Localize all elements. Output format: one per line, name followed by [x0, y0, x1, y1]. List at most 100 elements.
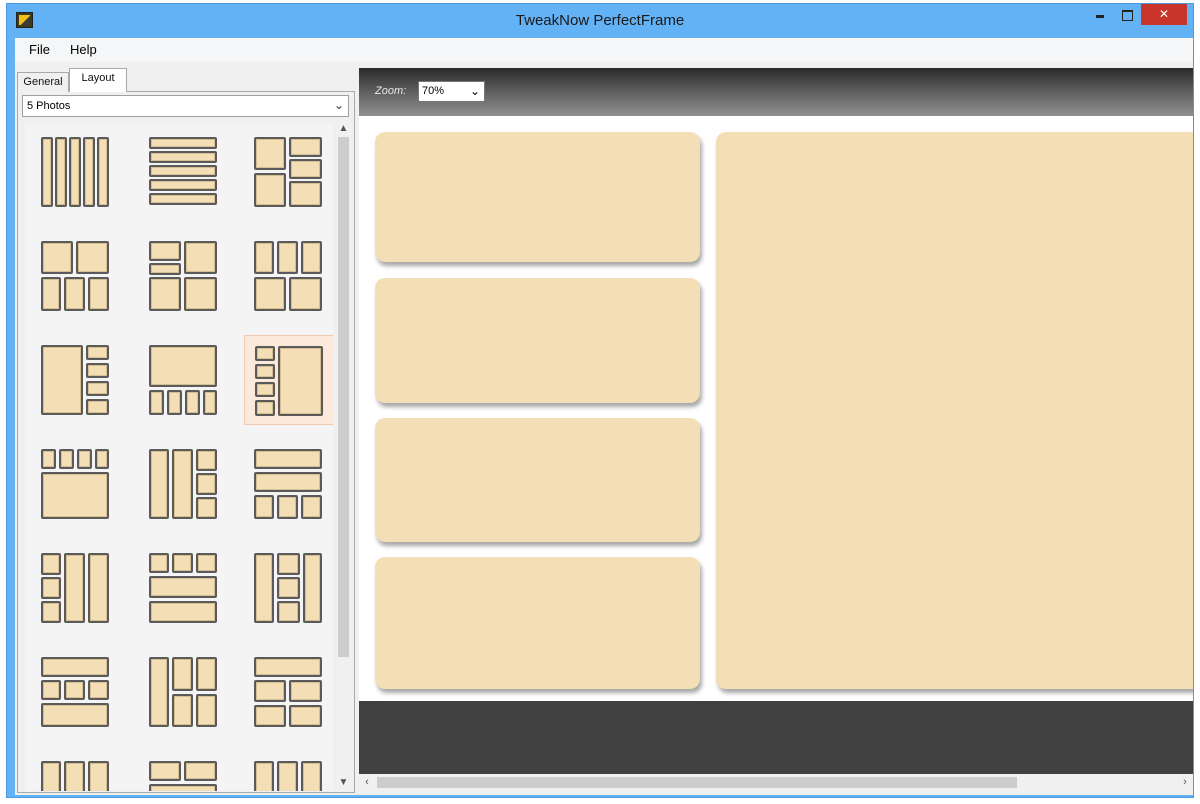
layout-thumbnail[interactable] — [244, 647, 333, 737]
layout-cell — [149, 784, 217, 791]
layout-cell — [196, 694, 217, 727]
layout-cell — [255, 364, 275, 379]
layout-thumbnail[interactable] — [244, 127, 333, 217]
layout-cell — [86, 345, 109, 360]
photo-slot-3[interactable] — [375, 418, 700, 542]
layout-cell — [255, 382, 275, 397]
layout-cell — [149, 449, 169, 519]
layout-cell — [149, 553, 169, 573]
layout-cell — [88, 553, 109, 623]
layout-list-scrollbar[interactable]: ▲ ▼ — [335, 123, 352, 791]
layout-cell — [41, 553, 61, 575]
layout-cell — [184, 761, 217, 781]
layout-cell — [203, 390, 217, 415]
layout-cell — [41, 449, 56, 469]
layout-cell — [77, 449, 92, 469]
layout-cell — [64, 553, 85, 623]
layout-thumbnail[interactable] — [139, 231, 229, 321]
layout-cell — [254, 705, 286, 727]
layout-cell — [149, 263, 181, 275]
layout-thumbnail[interactable] — [31, 439, 121, 529]
layout-cell — [196, 553, 217, 573]
layout-cell — [88, 761, 109, 791]
layout-cell — [301, 495, 322, 519]
zoom-select[interactable]: 70% ⌄ — [418, 81, 485, 102]
layout-cell — [289, 705, 322, 727]
layout-thumbnail[interactable] — [244, 751, 333, 791]
tab-general[interactable]: General — [17, 72, 69, 92]
minimize-button[interactable] — [1087, 4, 1113, 25]
tab-layout[interactable]: Layout — [69, 68, 127, 92]
layout-thumbnail[interactable] — [31, 335, 121, 425]
menu-file[interactable]: File — [29, 42, 50, 57]
layout-cell — [41, 577, 61, 599]
layout-cell — [277, 761, 298, 791]
layout-cell — [86, 363, 109, 378]
layout-cell — [196, 473, 217, 495]
layout-cell — [41, 137, 53, 207]
layout-cell — [254, 680, 286, 702]
layout-cell — [303, 553, 322, 623]
photo-count-value: 5 Photos — [27, 100, 71, 112]
scroll-up-icon[interactable]: ▲ — [335, 123, 352, 137]
preview-scroll-thumb[interactable] — [377, 777, 1017, 788]
layout-cell — [172, 694, 193, 727]
photo-slot-1[interactable] — [375, 132, 700, 262]
layout-cell — [172, 449, 193, 519]
layout-list-scroll-thumb[interactable] — [338, 137, 349, 657]
layout-thumbnail[interactable] — [31, 647, 121, 737]
photo-slot-2[interactable] — [375, 278, 700, 403]
scroll-left-icon[interactable]: ‹ — [359, 774, 375, 791]
layout-thumbnail[interactable] — [139, 751, 229, 791]
close-button[interactable] — [1141, 4, 1187, 25]
layout-thumbnail[interactable] — [139, 647, 229, 737]
layout-cell — [41, 703, 109, 727]
zoom-value: 70% — [422, 85, 445, 97]
layout-cell — [254, 657, 322, 677]
maximize-button[interactable] — [1114, 4, 1140, 25]
menu-bar: File Help — [15, 38, 1193, 62]
layout-cell — [64, 680, 85, 700]
layout-cell — [289, 277, 322, 311]
layout-cell — [289, 181, 322, 207]
layout-thumbnail[interactable] — [244, 231, 333, 321]
layout-thumbnail[interactable] — [244, 543, 333, 633]
layout-cell — [149, 193, 217, 205]
photo-count-select[interactable]: 5 Photos ⌄ — [22, 95, 349, 117]
scroll-right-icon[interactable]: › — [1177, 774, 1193, 791]
layout-thumbnail[interactable] — [139, 543, 229, 633]
layout-cell — [41, 601, 61, 623]
layout-cell — [86, 381, 109, 396]
layout-thumbnail[interactable] — [139, 439, 229, 529]
layout-cell — [254, 495, 274, 519]
layout-cell — [41, 345, 83, 415]
layout-thumbnail[interactable] — [31, 231, 121, 321]
layout-cell — [149, 761, 181, 781]
client-area: File Help General Layout 5 Photos ⌄ ▲ ▼ … — [15, 38, 1193, 795]
window-title: TweakNow PerfectFrame — [515, 12, 685, 29]
layout-cell — [301, 241, 322, 274]
preview-horizontal-scrollbar[interactable]: ‹ › — [359, 774, 1193, 791]
layout-cell — [88, 680, 109, 700]
layout-thumbnail[interactable] — [139, 335, 229, 425]
layout-thumbnail[interactable] — [31, 127, 121, 217]
layout-cell — [97, 137, 109, 207]
menu-help[interactable]: Help — [70, 42, 97, 57]
layout-cell — [149, 165, 217, 177]
layout-cell — [149, 657, 169, 727]
layout-cell — [196, 449, 217, 471]
layout-thumbnail[interactable] — [244, 439, 333, 529]
layout-thumbnail[interactable] — [31, 543, 121, 633]
layout-thumbnail[interactable] — [31, 751, 121, 791]
layout-thumbnail[interactable] — [244, 335, 333, 425]
layout-thumbnail[interactable] — [139, 127, 229, 217]
layout-cell — [277, 553, 300, 575]
filmstrip-area — [359, 701, 1193, 774]
layout-cell — [196, 497, 217, 519]
photo-slot-5[interactable] — [716, 132, 1193, 689]
layout-cell — [277, 241, 298, 274]
photo-slot-4[interactable] — [375, 557, 700, 689]
layout-cell — [255, 346, 275, 361]
layout-cell — [64, 761, 85, 791]
scroll-down-icon[interactable]: ▼ — [335, 777, 352, 791]
